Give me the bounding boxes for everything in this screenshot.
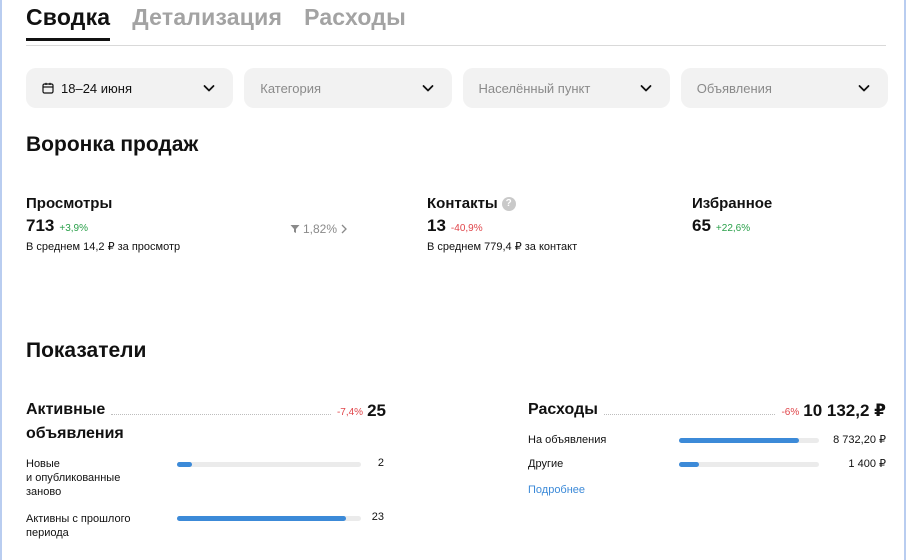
contacts-delta: -40,9%: [450, 223, 483, 234]
dotted-leader: [111, 414, 331, 415]
more-details-link[interactable]: Подробнее: [528, 484, 585, 496]
ads-select[interactable]: Объявления: [680, 68, 888, 108]
filter-icon: [290, 225, 300, 233]
indicators-heading: Показатели: [26, 339, 147, 362]
expenses-delta: -6%: [781, 407, 800, 418]
previous-ads-bar-fill: [177, 516, 347, 521]
expenses-row-ads-label: На объявления: [528, 434, 607, 446]
views-delta: +3,9%: [59, 223, 89, 234]
row-label: периода: [26, 527, 69, 539]
views-value: 713: [26, 216, 55, 235]
views-title: Просмотры: [26, 195, 113, 212]
contacts-metric: Контакты ? 13 -40,9% В среднем 779,4 ₽ з…: [427, 195, 577, 253]
locality-select[interactable]: Населённый пункт: [462, 68, 670, 108]
new-ads-value: 2: [377, 457, 384, 469]
conversion-link[interactable]: 1,82%: [290, 222, 348, 236]
calendar-icon: [42, 82, 54, 94]
contacts-value: 13: [427, 216, 446, 235]
active-ads-total: 25: [367, 401, 386, 420]
conversion-value: 1,82%: [303, 222, 338, 236]
expenses-title: Расходы: [528, 401, 598, 418]
category-select[interactable]: Категория: [244, 68, 452, 108]
views-metric: Просмотры 713 +3,9% В среднем 14,2 ₽ за …: [26, 195, 180, 253]
locality-placeholder: Населённый пункт: [478, 80, 591, 96]
active-row-previous: Активны с прошлого периода: [26, 512, 130, 540]
expenses-other-value: 1 400 ₽: [848, 458, 886, 470]
favorites-value: 65: [692, 216, 711, 235]
row-label: Активны с прошлого: [26, 513, 131, 525]
favorites-delta: +22,6%: [715, 223, 751, 234]
funnel-heading: Воронка продаж: [26, 133, 199, 156]
row-label: заново: [26, 486, 62, 498]
favorites-title: Избранное: [692, 195, 773, 212]
contacts-title: Контакты: [427, 195, 498, 212]
expenses-header: Расходы -6% 10 132,2 ₽: [528, 399, 886, 421]
row-label: Новые: [26, 458, 60, 470]
chevron-down-icon: [422, 85, 433, 92]
tab-expenses[interactable]: Расходы: [304, 4, 406, 38]
chevron-down-icon: [640, 85, 652, 92]
date-range-value: 18–24 июня: [61, 80, 132, 96]
expenses-ads-value: 8 732,20 ₽: [833, 434, 886, 446]
chevron-down-icon: [858, 85, 870, 92]
previous-ads-value: 23: [371, 511, 384, 523]
date-range-select[interactable]: 18–24 июня: [26, 68, 234, 108]
new-ads-bar-fill: [177, 462, 192, 467]
tab-details[interactable]: Детализация: [132, 4, 282, 38]
active-row-new: Новые и опубликованные заново: [26, 457, 120, 499]
favorites-metric: Избранное 65 +22,6%: [692, 195, 772, 236]
expenses-row-other-label: Другие: [528, 458, 564, 470]
active-ads-title: Активные: [26, 401, 106, 418]
ads-placeholder: Объявления: [696, 80, 772, 96]
expenses-total: 10 132,2 ₽: [803, 401, 886, 420]
chevron-right-icon: [341, 224, 347, 234]
active-ads-title-line2: объявления: [26, 425, 124, 442]
active-ads-delta: -7,4%: [336, 407, 364, 418]
contacts-average: В среднем 779,4 ₽ за контакт: [427, 241, 578, 253]
filter-bar: 18–24 июня Категория Населённый пункт Об…: [26, 68, 888, 108]
tab-bar: Сводка Детализация Расходы: [26, 4, 886, 46]
expenses-other-bar-fill: [679, 462, 699, 467]
row-label: и опубликованные: [26, 472, 121, 484]
expenses-ads-bar-fill: [679, 438, 800, 443]
help-icon[interactable]: ?: [501, 196, 516, 211]
tab-summary[interactable]: Сводка: [26, 4, 111, 41]
category-placeholder: Категория: [260, 80, 322, 96]
active-ads-header: Активные -7,4% 25: [26, 399, 386, 421]
dotted-leader: [603, 414, 776, 415]
views-average: В среднем 14,2 ₽ за просмотр: [26, 241, 181, 253]
chevron-down-icon: [203, 85, 215, 92]
